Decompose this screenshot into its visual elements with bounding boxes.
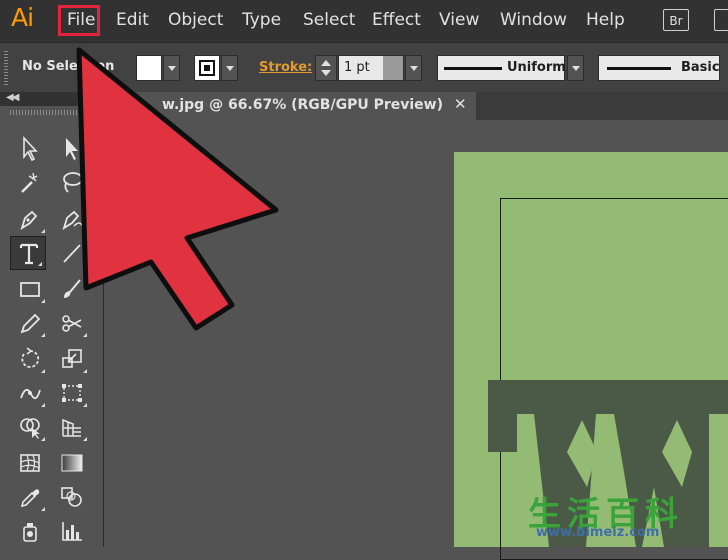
watermark-url: www.bimeiz.com — [536, 525, 660, 540]
watermark: 生活百科 www.bimeiz.com — [528, 487, 728, 547]
red-pointer-arrow-icon — [76, 47, 279, 331]
